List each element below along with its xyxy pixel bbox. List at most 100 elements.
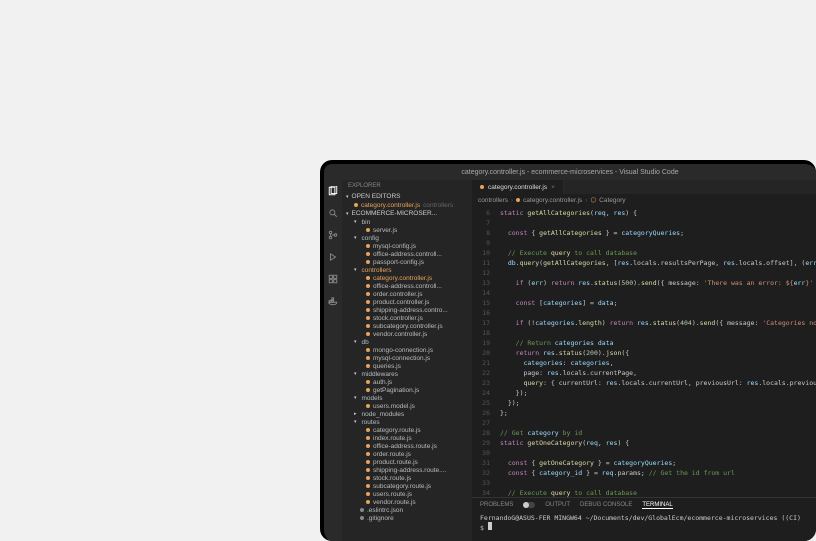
file-item[interactable]: order.controller.js (348, 290, 472, 298)
file-item[interactable]: mysql-connection.js (348, 354, 472, 362)
file-item[interactable]: order.route.js (348, 450, 472, 458)
js-file-icon (366, 292, 370, 296)
js-file-icon (366, 244, 370, 248)
panel-tab-output[interactable]: OUTPUT (545, 502, 570, 508)
file-item[interactable]: index.route.js (348, 434, 472, 442)
explorer-sidebar: EXPLORER OPEN EDITORS category.controlle… (342, 180, 472, 541)
file-item[interactable]: shipping-address.route.... (348, 466, 472, 474)
js-file-icon (366, 388, 370, 392)
search-icon[interactable] (328, 208, 338, 220)
js-file-icon (366, 228, 370, 232)
folder-middlewares[interactable]: middlewares (348, 370, 472, 378)
editor-tab-active[interactable]: category.controller.js × (472, 180, 564, 194)
window-titlebar: category.controller.js - ecommerce-micro… (324, 164, 816, 180)
file-gitignore[interactable]: .gitignore (348, 514, 472, 522)
file-item[interactable]: product.route.js (348, 458, 472, 466)
js-file-icon (366, 252, 370, 256)
json-file-icon (360, 508, 364, 512)
chevron-right-icon: › (511, 197, 513, 204)
js-file-icon (366, 260, 370, 264)
folder-bin[interactable]: bin (348, 218, 472, 226)
editor-area: category.controller.js × controllers › c… (472, 180, 816, 541)
explorer-icon[interactable] (328, 186, 338, 198)
terminal-prompt-line: FernandoG@ASUS-FER MINGW64 ~/Documents/d… (480, 514, 808, 522)
js-file-icon (366, 476, 370, 480)
docker-icon[interactable] (328, 296, 338, 308)
file-item[interactable]: server.js (348, 226, 472, 234)
file-item[interactable]: users.model.js (348, 402, 472, 410)
panel-tab-terminal[interactable]: TERMINAL (642, 502, 672, 509)
file-item[interactable]: shipping-address.contro... (348, 306, 472, 314)
file-eslintrc[interactable]: .eslintrc.json (348, 506, 472, 514)
js-file-icon (366, 404, 370, 408)
js-file-icon (366, 276, 370, 280)
terminal[interactable]: FernandoG@ASUS-FER MINGW64 ~/Documents/d… (472, 512, 816, 541)
js-file-icon (366, 364, 370, 368)
open-editor-item[interactable]: category.controller.js controllers (342, 201, 472, 209)
file-item[interactable]: queries.js (348, 362, 472, 370)
file-item[interactable]: stock.route.js (348, 474, 472, 482)
problems-toggle[interactable] (523, 502, 535, 508)
file-item[interactable]: passport-config.js (348, 258, 472, 266)
js-file-icon (366, 300, 370, 304)
breadcrumb[interactable]: controllers › category.controller.js › ⬡… (472, 194, 816, 206)
panel-tab-debug[interactable]: DEBUG CONSOLE (580, 502, 632, 508)
js-file-icon (366, 308, 370, 312)
js-file-icon (366, 444, 370, 448)
file-item[interactable]: subcategory.route.js (348, 482, 472, 490)
file-item[interactable]: office-address.route.js (348, 442, 472, 450)
symbol-icon: ⬡ (590, 196, 596, 204)
panel-tabs: PROBLEMS OUTPUT DEBUG CONSOLE TERMINAL (472, 498, 816, 512)
close-icon[interactable]: × (551, 184, 555, 191)
file-item[interactable]: vendor.controller.js (348, 330, 472, 338)
extensions-icon[interactable] (328, 274, 338, 286)
folder-db[interactable]: db (348, 338, 472, 346)
js-file-icon (366, 348, 370, 352)
folder-models[interactable]: models (348, 394, 472, 402)
js-file-icon (516, 198, 520, 202)
js-file-icon (366, 492, 370, 496)
file-tree: bin server.js config mysql-config.js off… (342, 218, 472, 522)
js-file-icon (366, 324, 370, 328)
js-file-icon (366, 500, 370, 504)
file-item[interactable]: mysql-config.js (348, 242, 472, 250)
editor-tabs: category.controller.js × (472, 180, 816, 194)
file-item[interactable]: vendor.route.js (348, 498, 472, 506)
js-file-icon (366, 332, 370, 336)
terminal-cursor-line: $ (480, 522, 808, 532)
file-item[interactable]: office-address.controll... (348, 282, 472, 290)
file-item-active[interactable]: category.controller.js (348, 274, 472, 282)
panel-tab-problems[interactable]: PROBLEMS (480, 502, 513, 508)
file-item[interactable]: users.route.js (348, 490, 472, 498)
open-editors-section[interactable]: OPEN EDITORS (342, 192, 472, 201)
file-item[interactable]: product.controller.js (348, 298, 472, 306)
file-item[interactable]: subcategory.controller.js (348, 322, 472, 330)
js-file-icon (366, 468, 370, 472)
activity-bar (324, 180, 342, 541)
file-item[interactable]: category.route.js (348, 426, 472, 434)
js-file-icon (366, 356, 370, 360)
main-area: EXPLORER OPEN EDITORS category.controlle… (324, 180, 816, 541)
file-item[interactable]: office-address.controll... (348, 250, 472, 258)
window-title: category.controller.js - ecommerce-micro… (461, 169, 678, 176)
file-item[interactable]: stock.controller.js (348, 314, 472, 322)
js-file-icon (366, 428, 370, 432)
js-file-icon (366, 284, 370, 288)
file-item[interactable]: getPagination.js (348, 386, 472, 394)
folder-config[interactable]: config (348, 234, 472, 242)
file-item[interactable]: auth.js (348, 378, 472, 386)
folder-node-modules[interactable]: node_modules (348, 410, 472, 418)
ide-window: category.controller.js - ecommerce-micro… (320, 160, 816, 541)
js-file-icon (366, 436, 370, 440)
js-file-icon (366, 452, 370, 456)
workspace-section[interactable]: ECOMMERCE-MICROSER... (342, 209, 472, 218)
js-file-icon (366, 380, 370, 384)
source-control-icon[interactable] (328, 230, 338, 242)
file-item[interactable]: mongo-connection.js (348, 346, 472, 354)
folder-routes[interactable]: routes (348, 418, 472, 426)
code-editor[interactable]: 6789101112131415161718192021222324252627… (472, 206, 816, 497)
code-lines[interactable]: static getAllCategories(req, res) { cons… (494, 206, 816, 497)
bottom-panel: PROBLEMS OUTPUT DEBUG CONSOLE TERMINAL F… (472, 497, 816, 541)
folder-controllers[interactable]: controllers (348, 266, 472, 274)
debug-icon[interactable] (328, 252, 338, 264)
